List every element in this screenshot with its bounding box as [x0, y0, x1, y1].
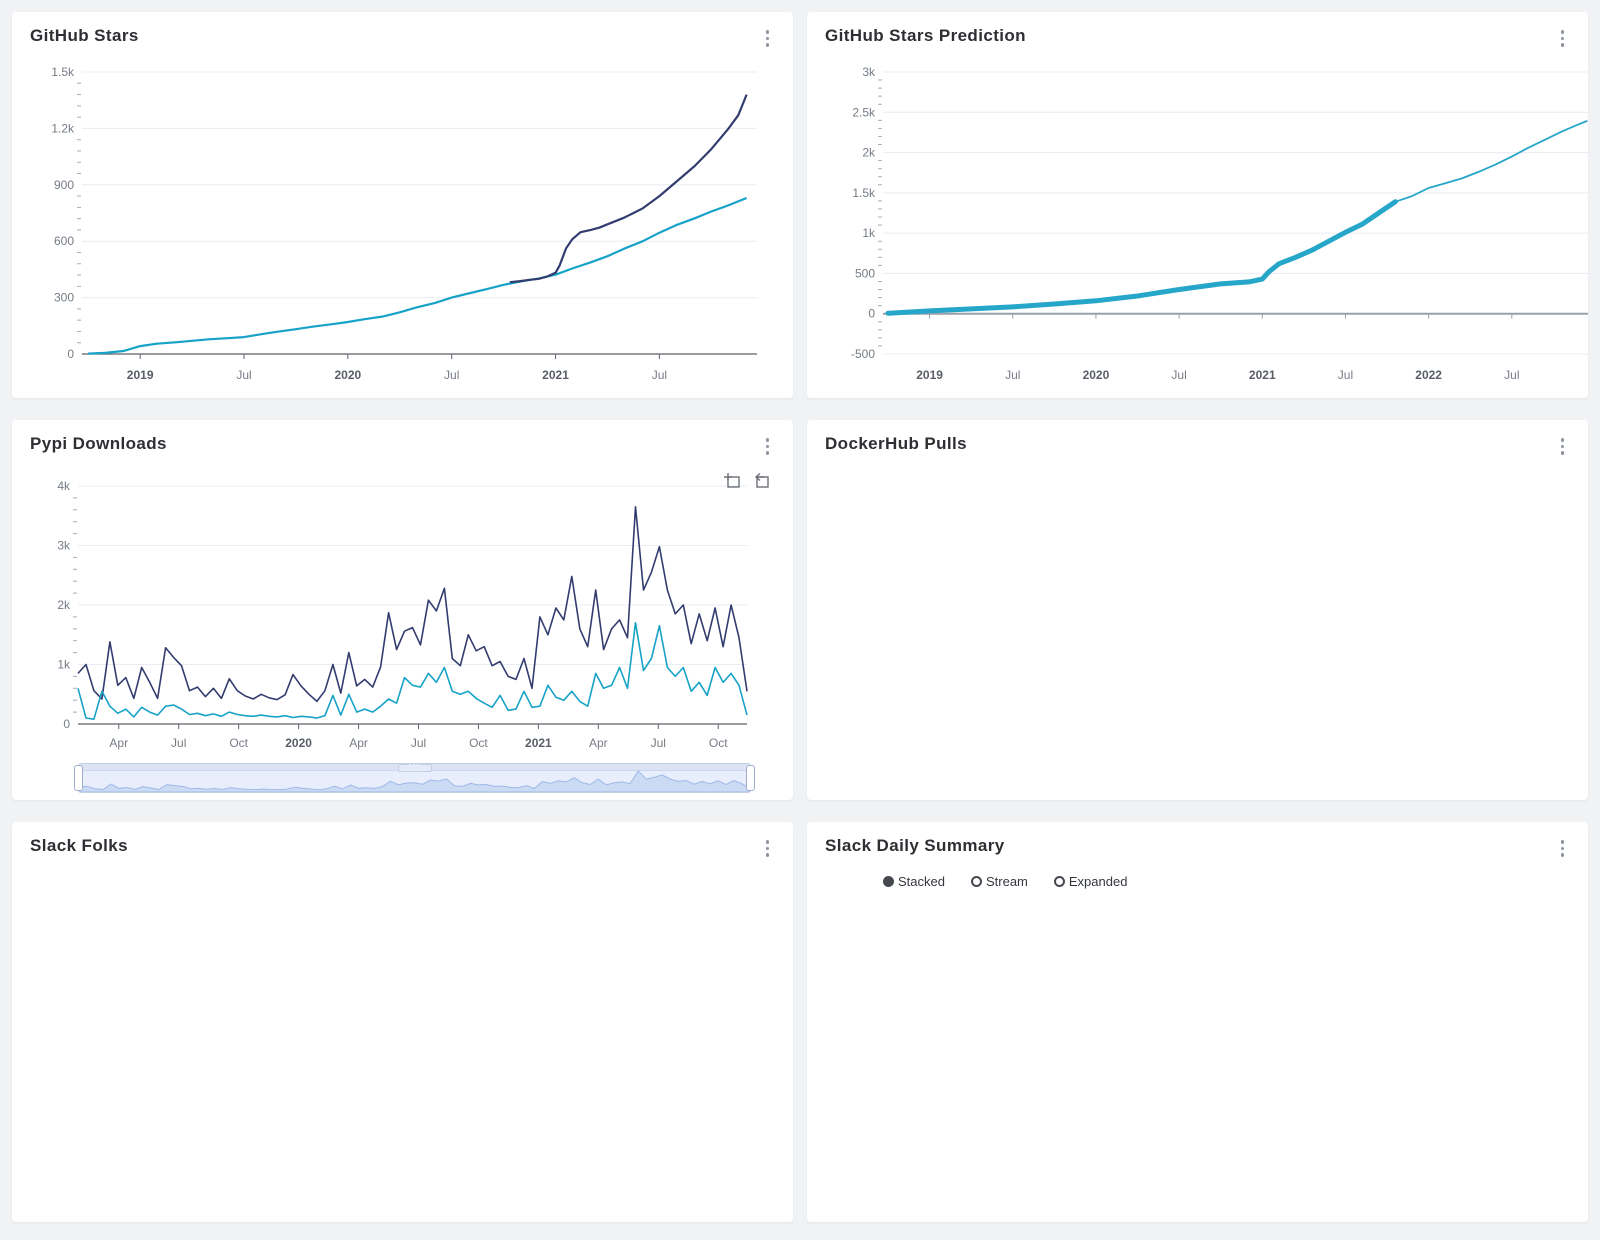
svg-text:Apr: Apr: [589, 736, 608, 750]
svg-text:2k: 2k: [57, 598, 71, 612]
svg-text:Jul: Jul: [236, 368, 251, 382]
dashboard: GitHub Stars 0 300 600 900 1.2k 1.5k 2019 Jul 20…: [0, 0, 1600, 1234]
svg-text:1k: 1k: [57, 658, 71, 672]
card-slack-daily-summary: Slack Daily Summary Stacked Stream Expan…: [807, 822, 1588, 1222]
svg-text:0: 0: [868, 307, 875, 321]
svg-text:3k: 3k: [862, 65, 876, 79]
data-zoom-slider[interactable]: [78, 763, 751, 793]
svg-text:1.2k: 1.2k: [51, 121, 75, 135]
svg-text:600: 600: [54, 234, 74, 248]
card-github-stars: GitHub Stars 0 300 600 900 1.2k 1.5k 2019 Jul 20…: [12, 12, 793, 398]
svg-text:0: 0: [63, 717, 70, 731]
ring-circle-icon: [1054, 876, 1065, 887]
ring-circle-icon: [971, 876, 982, 887]
pypi-downloads-chart[interactable]: 0 1k 2k 3k 4k Apr Jul Oct 2020 Apr Jul Oct 2021 Apr Ju…: [30, 466, 775, 759]
legend-item-expanded[interactable]: Expanded: [1054, 874, 1128, 889]
svg-text:Oct: Oct: [709, 736, 728, 750]
kebab-menu-icon[interactable]: [1555, 26, 1571, 51]
svg-text:2021: 2021: [1249, 368, 1276, 382]
card-title: GitHub Stars Prediction: [825, 26, 1026, 46]
kebab-menu-icon[interactable]: [760, 26, 776, 51]
svg-text:Oct: Oct: [469, 736, 488, 750]
card-slack-folks: Slack Folks: [12, 822, 793, 1222]
svg-text:Jul: Jul: [171, 736, 186, 750]
svg-text:0: 0: [67, 347, 74, 361]
svg-text:Oct: Oct: [229, 736, 248, 750]
svg-text:2019: 2019: [916, 368, 943, 382]
svg-text:1.5k: 1.5k: [51, 65, 75, 79]
github-stars-chart[interactable]: 0 300 600 900 1.2k 1.5k 2019 Jul 2020 Jul 2021 Jul: [30, 58, 775, 391]
legend-label: Stacked: [898, 874, 945, 889]
card-github-stars-prediction: GitHub Stars Prediction -500 0 500 1k 1.5k 2k…: [807, 12, 1588, 398]
kebab-menu-icon[interactable]: [1555, 434, 1571, 459]
kebab-menu-icon[interactable]: [1555, 836, 1571, 861]
kebab-menu-icon[interactable]: [760, 836, 776, 861]
card-pypi-downloads: Pypi Downloads 0 1k 2k 3k 4k Apr Jul Oct 2020 Apr…: [12, 420, 793, 800]
legend-label: Expanded: [1069, 874, 1128, 889]
svg-text:Jul: Jul: [651, 736, 666, 750]
svg-text:4k: 4k: [57, 479, 71, 493]
svg-text:900: 900: [54, 178, 74, 192]
card-title: GitHub Stars: [30, 26, 139, 46]
svg-text:2.5k: 2.5k: [852, 105, 876, 119]
svg-text:1k: 1k: [862, 226, 876, 240]
svg-text:2020: 2020: [285, 736, 312, 750]
card-title: Slack Daily Summary: [825, 836, 1005, 856]
filled-circle-icon: [883, 876, 894, 887]
svg-text:2020: 2020: [334, 368, 361, 382]
github-stars-prediction-chart[interactable]: -500 0 500 1k 1.5k 2k 2.5k 3k 2019 Jul 2020 Jul 2021…: [825, 58, 1570, 391]
svg-text:Jul: Jul: [1338, 368, 1353, 382]
svg-text:2022: 2022: [1415, 368, 1442, 382]
legend-item-stacked[interactable]: Stacked: [883, 874, 945, 889]
svg-text:Apr: Apr: [349, 736, 368, 750]
card-dockerhub-pulls: DockerHub Pulls: [807, 420, 1588, 800]
svg-text:2020: 2020: [1083, 368, 1110, 382]
restore-icon[interactable]: [752, 472, 769, 489]
svg-text:300: 300: [54, 291, 74, 305]
slider-grip-handle[interactable]: [398, 764, 432, 772]
svg-text:1.5k: 1.5k: [852, 186, 876, 200]
legend-item-stream[interactable]: Stream: [971, 874, 1028, 889]
card-title: Pypi Downloads: [30, 434, 167, 454]
svg-text:-500: -500: [851, 347, 875, 361]
svg-text:Jul: Jul: [1504, 368, 1519, 382]
svg-text:Jul: Jul: [652, 368, 667, 382]
slider-left-handle[interactable]: [74, 765, 83, 791]
slider-right-handle[interactable]: [746, 765, 755, 791]
svg-text:2021: 2021: [542, 368, 569, 382]
svg-text:Jul: Jul: [411, 736, 426, 750]
svg-text:Jul: Jul: [1005, 368, 1020, 382]
kebab-menu-icon[interactable]: [760, 434, 776, 459]
svg-text:2019: 2019: [127, 368, 154, 382]
svg-text:Jul: Jul: [1171, 368, 1186, 382]
legend-label: Stream: [986, 874, 1028, 889]
svg-text:3k: 3k: [57, 539, 71, 553]
card-title: DockerHub Pulls: [825, 434, 967, 454]
data-zoom-icon[interactable]: [723, 472, 740, 489]
svg-text:500: 500: [855, 266, 875, 280]
chart-legend: Stacked Stream Expanded: [883, 870, 1570, 892]
card-title: Slack Folks: [30, 836, 128, 856]
svg-text:2021: 2021: [525, 736, 552, 750]
svg-text:Jul: Jul: [444, 368, 459, 382]
svg-text:2k: 2k: [862, 146, 876, 160]
svg-text:Apr: Apr: [109, 736, 128, 750]
slack-folks-treemap[interactable]: [30, 870, 760, 1202]
